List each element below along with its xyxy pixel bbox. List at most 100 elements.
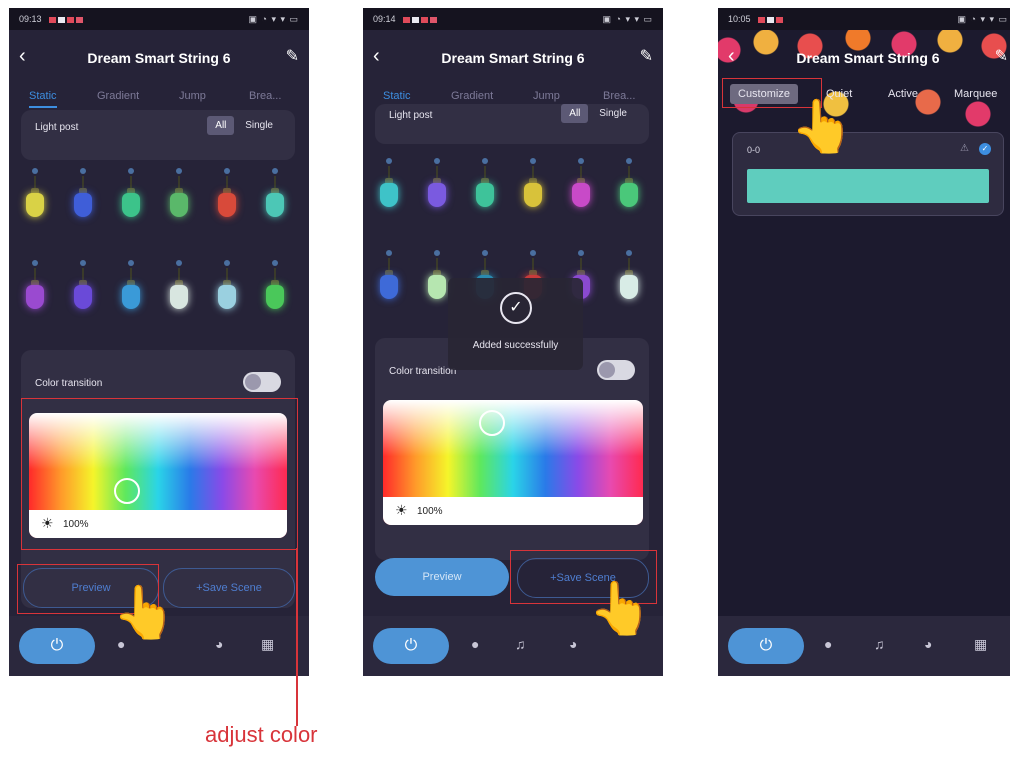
bulb-4[interactable]: [523, 158, 543, 218]
tab-breathe[interactable]: Brea...: [249, 90, 281, 102]
bulb-1[interactable]: [25, 168, 45, 228]
grid-icon[interactable]: ▦: [261, 636, 274, 653]
bulb-5[interactable]: [571, 158, 591, 218]
bulb-4[interactable]: [169, 168, 189, 228]
edit-icon[interactable]: ✎: [640, 46, 653, 66]
scene-name: 0-0: [747, 145, 761, 155]
power-icon[interactable]: ⏻: [728, 628, 804, 664]
tab-static[interactable]: Static: [29, 90, 57, 108]
status-time: 09:13: [19, 14, 42, 24]
power-icon[interactable]: ⏻: [19, 628, 95, 664]
status-bar: 09:14 ▣ ◔ ▾ ▾ ▭: [363, 8, 663, 30]
bulb-3[interactable]: [121, 168, 141, 228]
grid-icon[interactable]: ▦: [974, 636, 987, 653]
top-bar: ‹ Dream Smart String 6 ✎: [9, 42, 309, 72]
bulb-12[interactable]: [619, 250, 639, 310]
scene-color-swatch: [747, 169, 989, 203]
bulb-5[interactable]: [217, 168, 237, 228]
top-bar: ‹ Dream Smart String 6 ✎: [718, 42, 1010, 72]
bulb-2[interactable]: [73, 168, 93, 228]
palette-icon[interactable]: ◕: [215, 636, 223, 652]
custom-scene-card[interactable]: 0-0 ⚠ ✓: [732, 132, 1004, 216]
bulb-1[interactable]: [379, 158, 399, 218]
selected-check-icon[interactable]: ✓: [979, 143, 991, 155]
pointing-hand-icon: 👆: [790, 98, 855, 156]
save-scene-button[interactable]: +Save Scene: [163, 568, 295, 608]
notification-icons: [403, 15, 439, 25]
sun-icon: ☀: [395, 502, 408, 518]
palette-icon[interactable]: ◕: [924, 636, 932, 652]
device-title: Dream Smart String 6: [441, 50, 585, 66]
palette-icon[interactable]: ◕: [569, 636, 577, 652]
light-post-card: Light post All Single: [375, 104, 649, 144]
notification-icons: [758, 15, 785, 25]
light-post-card: Light post All Single: [21, 110, 295, 160]
bulb-7[interactable]: [25, 260, 45, 320]
device-title: Dream Smart String 6: [796, 50, 940, 66]
segment-single[interactable]: Single: [237, 116, 281, 135]
toast-message: Added successfully: [472, 340, 559, 351]
status-time: 09:14: [373, 14, 396, 24]
pointing-hand-icon: 👆: [588, 580, 653, 638]
bulb-10[interactable]: [169, 260, 189, 320]
bulb-9[interactable]: [121, 260, 141, 320]
check-icon: ✓: [500, 292, 532, 324]
status-bar: 09:13 ▣ ◔ ▾ ▾ ▭: [9, 8, 309, 30]
system-status-icons: ▣ ◔ ▾ ▾ ▭: [248, 14, 299, 24]
bulb-grid: [9, 168, 309, 348]
light-post-label: Light post: [35, 122, 79, 133]
color-transition-toggle[interactable]: [243, 372, 281, 392]
music-icon[interactable]: ♫: [874, 636, 885, 652]
bulb-12[interactable]: [265, 260, 285, 320]
edit-icon[interactable]: ✎: [995, 46, 1008, 66]
tab-breathe[interactable]: Brea...: [603, 90, 635, 102]
notification-icons: [49, 15, 85, 25]
tab-gradient[interactable]: Gradient: [97, 90, 139, 102]
system-status-icons: ▣ ◔ ▾ ▾ ▭: [602, 14, 653, 24]
music-icon[interactable]: ♫: [515, 636, 526, 652]
color-picker-knob[interactable]: [479, 410, 505, 436]
bulb-3[interactable]: [475, 158, 495, 218]
bulb-icon[interactable]: ●: [824, 636, 832, 652]
edit-icon[interactable]: ✎: [286, 46, 299, 66]
top-bar: ‹ Dream Smart String 6 ✎: [363, 42, 663, 72]
pointing-hand-icon: 👆: [112, 584, 177, 642]
bulb-icon[interactable]: ●: [471, 636, 479, 652]
bulb-7[interactable]: [379, 250, 399, 310]
status-time: 10:05: [728, 14, 751, 24]
phone-screen-scene-list: 10:05 ▣ ◔ ▾ ▾ ▭ ‹ Dream Smart String 6 ✎…: [718, 8, 1010, 676]
tab-jump[interactable]: Jump: [533, 90, 560, 102]
tab-jump[interactable]: Jump: [179, 90, 206, 102]
brightness-bar[interactable]: ☀ 100%: [383, 497, 643, 525]
bulb-2[interactable]: [427, 158, 447, 218]
tab-static[interactable]: Static: [383, 90, 411, 108]
tab-gradient[interactable]: Gradient: [451, 90, 493, 102]
caption-leader-line: [296, 548, 298, 726]
brightness-value: 100%: [417, 506, 443, 517]
color-transition-toggle[interactable]: [597, 360, 635, 380]
segment-all[interactable]: All: [207, 116, 235, 135]
segment-all[interactable]: All: [561, 104, 589, 123]
color-transition-label: Color transition: [389, 366, 457, 377]
highlight-color-picker: [21, 398, 298, 550]
tab-active[interactable]: Active: [888, 88, 918, 100]
all-single-switch: All Single: [207, 116, 281, 136]
segment-single[interactable]: Single: [591, 104, 635, 123]
preview-button[interactable]: Preview: [375, 558, 509, 596]
bulb-6[interactable]: [265, 168, 285, 228]
bulb-8[interactable]: [73, 260, 93, 320]
tab-marquee[interactable]: Marquee: [954, 88, 997, 100]
mode-tabs: Static Gradient Jump Brea...: [9, 90, 309, 112]
device-title: Dream Smart String 6: [87, 50, 231, 66]
color-transition-label: Color transition: [35, 378, 103, 389]
power-icon[interactable]: ⏻: [373, 628, 449, 664]
bulb-11[interactable]: [217, 260, 237, 320]
bulb-6[interactable]: [619, 158, 639, 218]
light-post-label: Light post: [389, 110, 433, 121]
status-bar: 10:05 ▣ ◔ ▾ ▾ ▭: [718, 8, 1010, 30]
success-toast: ✓ Added successfully: [448, 278, 583, 370]
bulb-8[interactable]: [427, 250, 447, 310]
color-picker[interactable]: ☀ 100%: [383, 400, 643, 525]
system-status-icons: ▣ ◔ ▾ ▾ ▭: [957, 14, 1008, 24]
edit-scene-icon[interactable]: ⚠: [960, 143, 969, 154]
